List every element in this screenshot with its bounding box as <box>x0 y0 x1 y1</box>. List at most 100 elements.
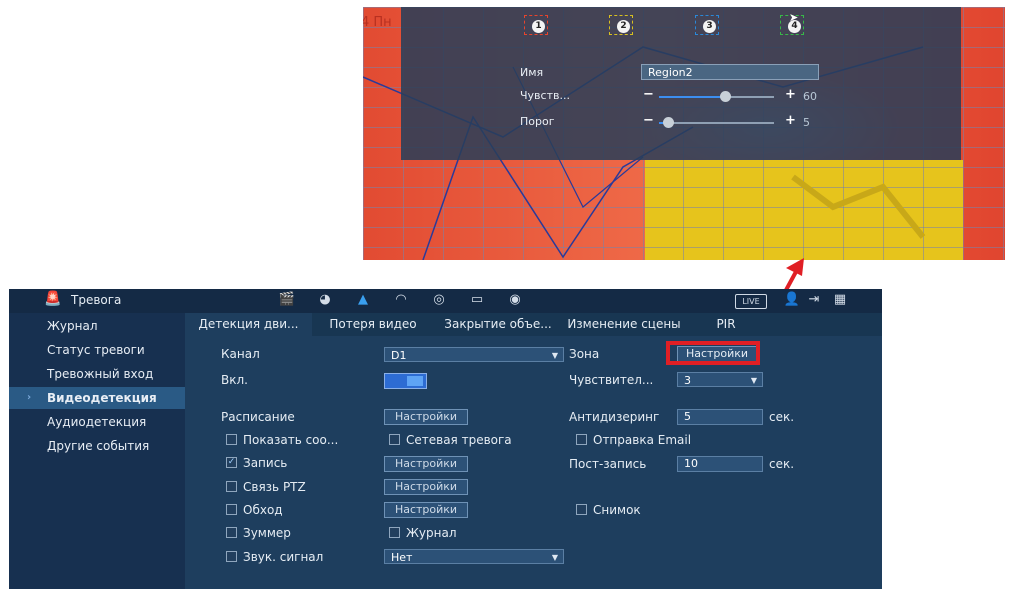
enable-toggle[interactable] <box>384 373 427 389</box>
sensitivity-label: Чувств... <box>520 89 570 102</box>
sensitivity-value: 3 <box>684 374 691 387</box>
record-icon[interactable]: ◎ <box>430 291 448 309</box>
channel-value: D1 <box>391 349 407 362</box>
show-message-label: Показать соо... <box>243 433 339 447</box>
qr-code-icon[interactable]: ▦ <box>831 291 849 309</box>
tab-bar: Детекция дви... Потеря видео Закрытие об… <box>185 313 882 336</box>
page-title: Тревога <box>71 293 122 307</box>
audio-icon[interactable]: ◉ <box>506 291 524 309</box>
snapshot-label: Снимок <box>593 503 641 517</box>
sensitivity-minus-button[interactable]: − <box>643 87 654 102</box>
zone-config-screenshot: 4 Пн 1 2 3 4 ➤ Имя Region2 Чувств... − +… <box>363 7 1005 260</box>
threshold-plus-button[interactable]: + <box>785 113 796 128</box>
tour-settings-button[interactable]: Настройки <box>384 502 468 518</box>
live-button[interactable]: LIVE <box>735 294 767 309</box>
sensitivity-slider-track <box>724 96 774 98</box>
alarm-icon[interactable]: ▲ <box>354 291 372 309</box>
sidebar-item-audio-detection[interactable]: Аудиодетекция <box>9 411 185 433</box>
region-tab-2[interactable]: 2 <box>609 15 633 35</box>
zone-settings-highlight <box>666 341 760 365</box>
region-settings-panel: 1 2 3 4 ➤ Имя Region2 Чувств... − + 60 П… <box>401 7 961 160</box>
antidither-label: Антидизеринг <box>569 410 660 424</box>
channel-select[interactable]: D1 ▼ <box>384 347 564 362</box>
sidebar-item-other-events[interactable]: Другие события <box>9 435 185 457</box>
mouse-cursor-icon: ➤ <box>789 11 799 24</box>
threshold-minus-button[interactable]: − <box>643 113 654 128</box>
tab-tampering[interactable]: Закрытие объе... <box>434 313 562 336</box>
threshold-label: Порог <box>520 115 555 128</box>
sound-select[interactable]: Нет ▼ <box>384 549 564 564</box>
channel-label: Канал <box>221 347 260 361</box>
enable-label: Вкл. <box>221 373 248 387</box>
threshold-slider-track <box>667 122 774 124</box>
buzzer-checkbox[interactable] <box>226 527 237 538</box>
schedule-label: Расписание <box>221 410 295 424</box>
threshold-slider-handle[interactable] <box>663 117 674 128</box>
post-record-unit: сек. <box>769 457 795 471</box>
ptz-checkbox[interactable] <box>226 481 237 492</box>
sensitivity-label: Чувствител... <box>569 373 654 387</box>
chevron-right-icon: › <box>27 392 32 403</box>
network-alarm-label: Сетевая тревога <box>406 433 512 447</box>
chevron-down-icon: ▼ <box>551 351 558 360</box>
clapper-icon[interactable]: 🎬 <box>278 291 296 309</box>
tour-checkbox[interactable] <box>226 504 237 515</box>
tab-scene-change[interactable]: Изменение сцены <box>562 313 686 336</box>
region-tab-number: 1 <box>532 20 545 33</box>
sidebar-item-alarm-status[interactable]: Статус тревоги <box>9 339 185 361</box>
sound-value: Нет <box>391 551 413 564</box>
network-alarm-checkbox[interactable] <box>389 434 400 445</box>
zone-label: Зона <box>569 347 600 361</box>
record-settings-button[interactable]: Настройки <box>384 456 468 472</box>
send-email-checkbox[interactable] <box>576 434 587 445</box>
sidebar-item-alarm-input[interactable]: Тревожный вход <box>9 363 185 385</box>
sensitivity-plus-button[interactable]: + <box>785 87 796 102</box>
sensitivity-value: 60 <box>803 90 817 103</box>
show-message-checkbox[interactable] <box>226 434 237 445</box>
alarm-siren-icon: 🚨 <box>44 291 62 307</box>
post-record-label: Пост-запись <box>569 457 647 471</box>
chevron-down-icon: ▼ <box>551 553 558 562</box>
chevron-down-icon: ▼ <box>750 376 757 385</box>
region-tab-3[interactable]: 3 <box>695 15 719 35</box>
region-name-input[interactable]: Region2 <box>641 64 819 80</box>
monitor-icon[interactable]: ▭ <box>468 291 486 309</box>
sidebar-item-video-detection[interactable]: › Видеодетекция <box>9 387 185 409</box>
gauge-icon[interactable]: ◠ <box>392 291 410 309</box>
buzzer-label: Зуммер <box>243 526 291 540</box>
tab-video-loss[interactable]: Потеря видео <box>312 313 434 336</box>
tab-pir[interactable]: PIR <box>686 313 766 336</box>
top-bar: 🚨 Тревога 🎬 ◕ ▲ ◠ ◎ ▭ ◉ LIVE 👤 ⇥ ▦ <box>9 289 882 313</box>
record-checkbox[interactable]: ✓ <box>226 457 237 468</box>
sidebar-item-label: Видеодетекция <box>47 391 157 405</box>
antidither-input[interactable]: 5 <box>677 409 763 425</box>
region-tab-number: 2 <box>617 20 630 33</box>
tour-label: Обход <box>243 503 283 517</box>
sensitivity-slider-fill <box>659 96 724 98</box>
sidebar: Журнал Статус тревоги Тревожный вход › В… <box>9 313 185 589</box>
post-record-input[interactable]: 10 <box>677 456 763 472</box>
schedule-settings-button[interactable]: Настройки <box>384 409 468 425</box>
sound-label: Звук. сигнал <box>243 550 324 564</box>
log-label: Журнал <box>406 526 457 540</box>
main-content: Детекция дви... Потеря видео Закрытие об… <box>185 313 882 589</box>
user-icon[interactable]: 👤 <box>783 291 801 309</box>
ptz-label: Связь PTZ <box>243 480 306 494</box>
tab-motion-detection[interactable]: Детекция дви... <box>185 313 312 336</box>
threshold-value: 5 <box>803 116 810 129</box>
region-tab-1[interactable]: 1 <box>524 15 548 35</box>
sensitivity-select[interactable]: 3 ▼ <box>677 372 763 387</box>
region-tab-number: 3 <box>703 20 716 33</box>
snapshot-checkbox[interactable] <box>576 504 587 515</box>
ptz-settings-button[interactable]: Настройки <box>384 479 468 495</box>
antidither-unit: сек. <box>769 410 795 424</box>
brain-icon[interactable]: ◕ <box>316 291 334 309</box>
toggle-knob <box>407 376 423 386</box>
logout-icon[interactable]: ⇥ <box>805 291 823 309</box>
sidebar-item-journal[interactable]: Журнал <box>9 315 185 337</box>
day-label: 4 Пн <box>363 15 392 30</box>
sensitivity-slider-handle[interactable] <box>720 91 731 102</box>
log-checkbox[interactable] <box>389 527 400 538</box>
record-label: Запись <box>243 456 288 470</box>
sound-checkbox[interactable] <box>226 551 237 562</box>
